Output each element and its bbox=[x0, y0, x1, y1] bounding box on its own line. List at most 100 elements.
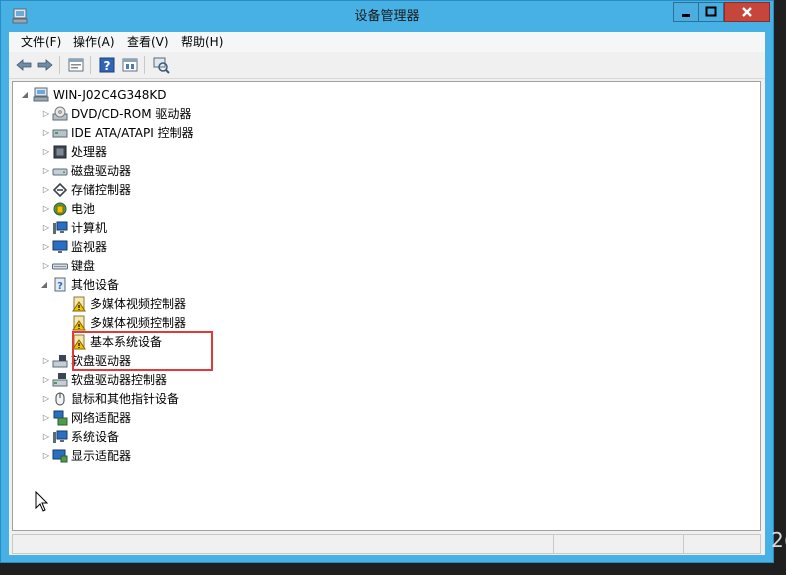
expand-arrow-icon[interactable]: ▷ bbox=[41, 219, 51, 237]
computer-root-icon bbox=[33, 87, 49, 102]
tree-root-node[interactable]: ◢ WIN-J02C4G348KD bbox=[13, 86, 753, 104]
help-icon[interactable]: ? bbox=[98, 56, 116, 74]
background-text: 2( bbox=[771, 528, 786, 552]
properties-icon[interactable] bbox=[67, 56, 85, 74]
device-manager-window: 设备管理器 文件(F) 操作(A) 查看(V) 帮助(H) ? ◢ WIN-J0… bbox=[0, 0, 774, 563]
tree-node-label: 鼠标和其他指针设备 bbox=[71, 392, 180, 406]
title-bar[interactable]: 设备管理器 bbox=[1, 1, 773, 33]
expand-arrow-icon[interactable]: ▷ bbox=[41, 352, 51, 370]
expand-arrow-icon[interactable]: ▷ bbox=[41, 409, 51, 427]
tree-node-ide[interactable]: ▷ IDE ATA/ATAPI 控制器 bbox=[13, 124, 753, 142]
tree-node-label: 多媒体视频控制器 bbox=[90, 297, 187, 311]
tree-node-display-adapter[interactable]: ▷ 显示适配器 bbox=[13, 447, 753, 465]
collapse-arrow-icon[interactable]: ◢ bbox=[20, 86, 30, 104]
mouse-icon bbox=[55, 392, 65, 406]
highlight-box bbox=[72, 331, 213, 371]
tree-child-multimedia-controller-2[interactable]: 多媒体视频控制器 bbox=[13, 314, 753, 332]
menu-help[interactable]: 帮助(H) bbox=[181, 32, 223, 52]
forward-icon[interactable] bbox=[36, 56, 54, 74]
expand-arrow-icon[interactable]: ▷ bbox=[41, 162, 51, 180]
tree-node-mouse[interactable]: ▷ 鼠标和其他指针设备 bbox=[13, 390, 753, 408]
tree-node-other-devices[interactable]: ◢ ? 其他设备 bbox=[13, 276, 753, 294]
expand-arrow-icon[interactable]: ▷ bbox=[41, 238, 51, 256]
tree-node-label: 键盘 bbox=[71, 259, 96, 273]
maximize-icon bbox=[705, 6, 717, 17]
close-button[interactable] bbox=[724, 2, 770, 22]
device-tree[interactable]: ◢ WIN-J02C4G348KD ▷ DVD/CD-ROM 驱动器 ▷ IDE… bbox=[12, 81, 761, 531]
tree-node-dvd[interactable]: ▷ DVD/CD-ROM 驱动器 bbox=[13, 105, 753, 123]
status-bar bbox=[12, 534, 761, 554]
computer-icon bbox=[53, 221, 68, 234]
tree-node-monitor[interactable]: ▷ 监视器 bbox=[13, 238, 753, 256]
menu-bar: 文件(F) 操作(A) 查看(V) 帮助(H) bbox=[9, 32, 765, 52]
tree-node-label: 系统设备 bbox=[71, 430, 120, 444]
storage-controller-icon bbox=[52, 182, 68, 198]
system-devices-icon bbox=[53, 430, 68, 443]
mouse-cursor-icon bbox=[35, 491, 49, 512]
tree-node-label: 软盘驱动器控制器 bbox=[71, 373, 168, 387]
tree-node-label: DVD/CD-ROM 驱动器 bbox=[71, 107, 192, 121]
svg-text:?: ? bbox=[104, 59, 111, 73]
network-adapter-icon bbox=[53, 410, 68, 426]
window-client-area: 文件(F) 操作(A) 查看(V) 帮助(H) ? ◢ WIN-J02C4G34… bbox=[9, 32, 765, 555]
menu-action[interactable]: 操作(A) bbox=[73, 32, 115, 52]
processor-icon bbox=[53, 145, 67, 159]
back-icon[interactable] bbox=[15, 56, 33, 74]
keyboard-icon bbox=[52, 263, 68, 270]
tree-node-computer[interactable]: ▷ 计算机 bbox=[13, 219, 753, 237]
warning-device-icon bbox=[72, 296, 86, 312]
disk-drive-icon bbox=[52, 168, 68, 176]
tree-node-label: 监视器 bbox=[71, 240, 108, 254]
expand-arrow-icon[interactable]: ▷ bbox=[41, 124, 51, 142]
maximize-button[interactable] bbox=[698, 2, 724, 22]
tree-node-label: 显示适配器 bbox=[71, 449, 132, 463]
tree-node-label: 计算机 bbox=[71, 221, 108, 235]
expand-arrow-icon[interactable]: ▷ bbox=[41, 257, 51, 275]
tree-node-keyboard[interactable]: ▷ 键盘 bbox=[13, 257, 753, 275]
tree-node-label: 多媒体视频控制器 bbox=[90, 316, 187, 330]
tree-node-disk[interactable]: ▷ 磁盘驱动器 bbox=[13, 162, 753, 180]
expand-arrow-icon[interactable]: ▷ bbox=[41, 143, 51, 161]
expand-arrow-icon[interactable]: ▷ bbox=[41, 200, 51, 218]
ide-controller-icon bbox=[52, 129, 68, 138]
collapse-arrow-icon[interactable]: ◢ bbox=[39, 276, 49, 294]
toolbar: ? bbox=[9, 52, 765, 79]
menu-view[interactable]: 查看(V) bbox=[127, 32, 169, 52]
toolbar-separator bbox=[90, 56, 91, 74]
minimize-button[interactable] bbox=[673, 2, 699, 22]
expand-arrow-icon[interactable]: ▷ bbox=[41, 105, 51, 123]
expand-arrow-icon[interactable]: ▷ bbox=[41, 371, 51, 389]
update-driver-icon[interactable] bbox=[121, 56, 139, 74]
tree-node-label: 电池 bbox=[71, 202, 96, 216]
menu-file[interactable]: 文件(F) bbox=[21, 32, 61, 52]
tree-node-network[interactable]: ▷ 网络适配器 bbox=[13, 409, 753, 427]
expand-arrow-icon[interactable]: ▷ bbox=[41, 181, 51, 199]
tree-node-processor[interactable]: ▷ 处理器 bbox=[13, 143, 753, 161]
tree-node-label: 处理器 bbox=[71, 145, 108, 159]
window-title: 设备管理器 bbox=[354, 9, 420, 24]
toolbar-separator bbox=[59, 56, 60, 74]
tree-child-multimedia-controller-1[interactable]: 多媒体视频控制器 bbox=[13, 295, 753, 313]
floppy-controller-icon bbox=[52, 373, 68, 387]
tree-node-label: IDE ATA/ATAPI 控制器 bbox=[71, 126, 194, 140]
expand-arrow-icon[interactable]: ▷ bbox=[41, 390, 51, 408]
status-segment bbox=[683, 535, 684, 553]
svg-text:?: ? bbox=[57, 281, 63, 292]
tree-node-system-devices[interactable]: ▷ 系统设备 bbox=[13, 428, 753, 446]
battery-icon bbox=[53, 202, 67, 216]
tree-node-label: 其他设备 bbox=[71, 278, 120, 292]
tree-node-storage[interactable]: ▷ 存储控制器 bbox=[13, 181, 753, 199]
minimize-icon bbox=[682, 14, 690, 17]
tree-node-battery[interactable]: ▷ 电池 bbox=[13, 200, 753, 218]
other-devices-icon: ? bbox=[54, 277, 66, 292]
close-icon bbox=[742, 7, 752, 17]
scan-hardware-icon[interactable] bbox=[152, 56, 170, 74]
toolbar-separator bbox=[144, 56, 145, 74]
tree-root-label: WIN-J02C4G348KD bbox=[53, 88, 167, 102]
tree-node-label: 磁盘驱动器 bbox=[71, 164, 132, 178]
expand-arrow-icon[interactable]: ▷ bbox=[41, 428, 51, 446]
monitor-icon bbox=[52, 240, 68, 253]
tree-node-floppy-controller[interactable]: ▷ 软盘驱动器控制器 bbox=[13, 371, 753, 389]
expand-arrow-icon[interactable]: ▷ bbox=[41, 447, 51, 465]
tree-node-label: 网络适配器 bbox=[71, 411, 132, 425]
